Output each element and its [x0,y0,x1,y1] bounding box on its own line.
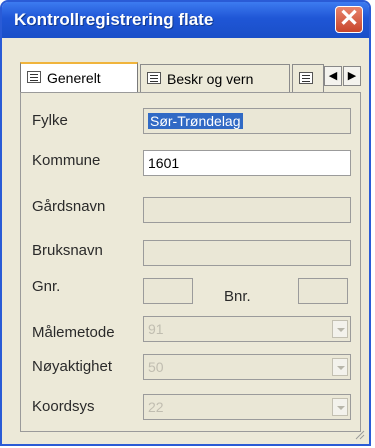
gnr-field[interactable] [143,278,193,304]
form-icon [299,72,313,84]
form-icon [27,71,41,83]
arrow-left-icon: ◀ [328,70,338,82]
koordsys-select[interactable]: 22 [143,394,351,420]
tab-hidden-partial[interactable] [292,64,324,92]
tab-scroll-left-button[interactable]: ◀ [324,66,342,86]
bruksnavn-label: Bruksnavn [32,242,103,259]
malemetode-label: Målemetode [32,324,115,341]
window-title: Kontrollregistrering flate [14,10,214,29]
fylke-field[interactable]: Sør-Trøndelag [143,108,351,134]
kommune-field[interactable]: 1601 [143,150,351,176]
kommune-value: 1601 [148,155,180,171]
fylke-value: Sør-Trøndelag [148,113,243,129]
tab-label: Generelt [47,70,101,86]
noyaktighet-select[interactable]: 50 [143,354,351,380]
gardsnavn-label: Gårdsnavn [32,198,106,215]
resize-grip-icon[interactable] [353,428,365,440]
tab-scroll-right-button[interactable]: ▶ [343,66,361,86]
gardsnavn-field[interactable] [143,197,351,223]
bruksnavn-field[interactable] [143,240,351,266]
noyaktighet-value: 50 [148,359,164,375]
close-icon: ✕ [338,5,360,32]
malemetode-value: 91 [148,321,164,337]
chevron-down-icon[interactable] [332,320,348,338]
close-button[interactable]: ✕ [335,5,363,33]
dialog-window: Kontrollregistrering flate ✕ Generelt Be… [0,0,371,446]
form-icon [147,72,161,84]
tab-label: Beskr og vern [167,71,254,87]
bnr-field[interactable] [298,278,348,304]
chevron-down-icon[interactable] [332,398,348,416]
kommune-label: Kommune [32,152,101,169]
gnr-label: Gnr. [32,278,61,295]
malemetode-select[interactable]: 91 [143,316,351,342]
fylke-label: Fylke [32,112,68,129]
koordsys-value: 22 [148,399,164,415]
noyaktighet-label: Nøyaktighet [32,358,113,375]
chevron-down-icon[interactable] [332,358,348,376]
tab-generelt[interactable]: Generelt [20,62,138,92]
bnr-label: Bnr. [224,288,251,305]
tab-beskr-og-vern[interactable]: Beskr og vern [140,64,290,92]
arrow-right-icon: ▶ [347,70,357,82]
title-bar[interactable]: Kontrollregistrering flate ✕ [2,2,369,38]
koordsys-label: Koordsys [32,398,95,415]
